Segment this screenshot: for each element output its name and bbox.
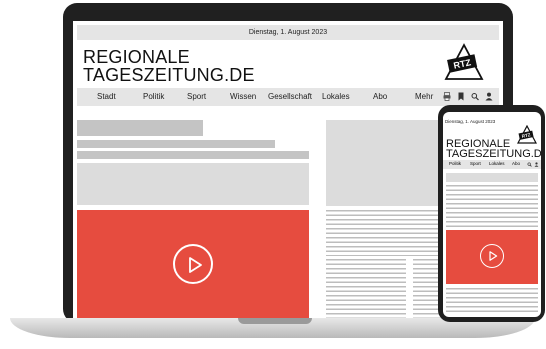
phone-user-icon[interactable]	[534, 162, 539, 167]
laptop-notch	[238, 318, 312, 324]
main-nav: Stadt Politik Sport Wissen Gesellschaft …	[77, 88, 499, 106]
phone-headline-placeholder	[446, 173, 538, 182]
phone-nav-lokales[interactable]: Lokales	[489, 161, 505, 166]
search-icon[interactable]	[471, 92, 479, 101]
site-logo[interactable]: REGIONALE TAGESZEITUNG.DE	[83, 48, 255, 84]
logo-line-1: REGIONALE	[83, 47, 190, 67]
bookmark-icon[interactable]	[457, 92, 465, 101]
nav-item-lokales[interactable]: Lokales	[322, 88, 350, 106]
play-button[interactable]	[173, 244, 213, 284]
nav-item-mehr[interactable]: Mehr	[415, 88, 433, 106]
rtz-badge[interactable]: RTZ	[444, 43, 484, 81]
phone-video-player[interactable]	[446, 230, 538, 284]
play-icon	[189, 257, 202, 273]
headline-placeholder	[77, 120, 203, 136]
text-placeholder-1	[77, 140, 275, 148]
phone-search-icon[interactable]	[527, 162, 532, 167]
phone-nav: Politik Sport Lokales Abo	[443, 160, 541, 169]
phone-play-button[interactable]	[480, 244, 504, 268]
teaser-placeholder	[77, 163, 309, 205]
phone-nav-sport[interactable]: Sport	[470, 161, 481, 166]
nav-item-wissen[interactable]: Wissen	[230, 88, 256, 106]
phone-logo-line-2: TAGESZEITUNG.DE	[446, 148, 541, 160]
phone-date-label: Dienstag, 1. August 2023	[445, 119, 496, 124]
nav-item-politik[interactable]: Politik	[143, 88, 164, 106]
logo-line-2: TAGESZEITUNG.DE	[83, 65, 255, 85]
phone-nav-politik[interactable]: Politik	[449, 161, 461, 166]
date-bar: Dienstag, 1. August 2023	[77, 25, 499, 40]
nav-item-gesellschaft[interactable]: Gesellschaft	[268, 88, 312, 106]
phone-screen: Dienstag, 1. August 2023 RTZ REGIONALE T…	[443, 112, 541, 317]
phone-notch	[480, 105, 504, 110]
phone-text-lines-bottom	[446, 288, 538, 315]
print-icon[interactable]	[443, 92, 451, 101]
date-label: Dienstag, 1. August 2023	[248, 29, 328, 36]
user-icon[interactable]	[485, 92, 493, 101]
nav-item-abo[interactable]: Abo	[373, 88, 387, 106]
phone-site-logo[interactable]: REGIONALE TAGESZEITUNG.DE	[446, 139, 541, 160]
nav-item-sport[interactable]: Sport	[187, 88, 206, 106]
phone-play-icon	[489, 251, 498, 261]
video-player[interactable]	[77, 210, 309, 321]
nav-item-stadt[interactable]: Stadt	[97, 88, 116, 106]
phone-text-lines	[446, 185, 538, 228]
text-placeholder-2	[77, 151, 309, 159]
side-text-lines-left	[326, 259, 406, 321]
phone-nav-abo[interactable]: Abo	[512, 161, 520, 166]
